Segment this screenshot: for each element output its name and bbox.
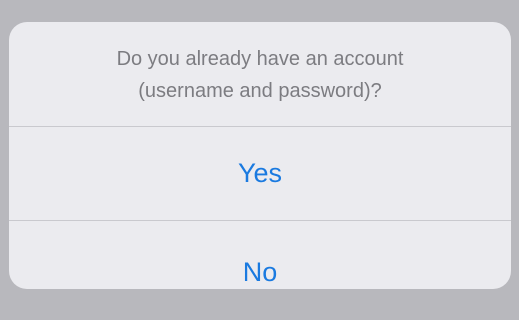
yes-button-label: Yes <box>237 158 283 188</box>
no-button[interactable]: No <box>9 221 511 289</box>
no-button-label: No <box>242 257 278 287</box>
alert-message-line-1: Do you already have an account <box>116 48 404 70</box>
alert-message-line-2: (username and password)? <box>138 80 382 102</box>
alert-message: Do you already have an account (username… <box>9 22 511 126</box>
account-alert-dialog: Do you already have an account (username… <box>9 22 511 289</box>
yes-button[interactable]: Yes <box>9 127 511 220</box>
